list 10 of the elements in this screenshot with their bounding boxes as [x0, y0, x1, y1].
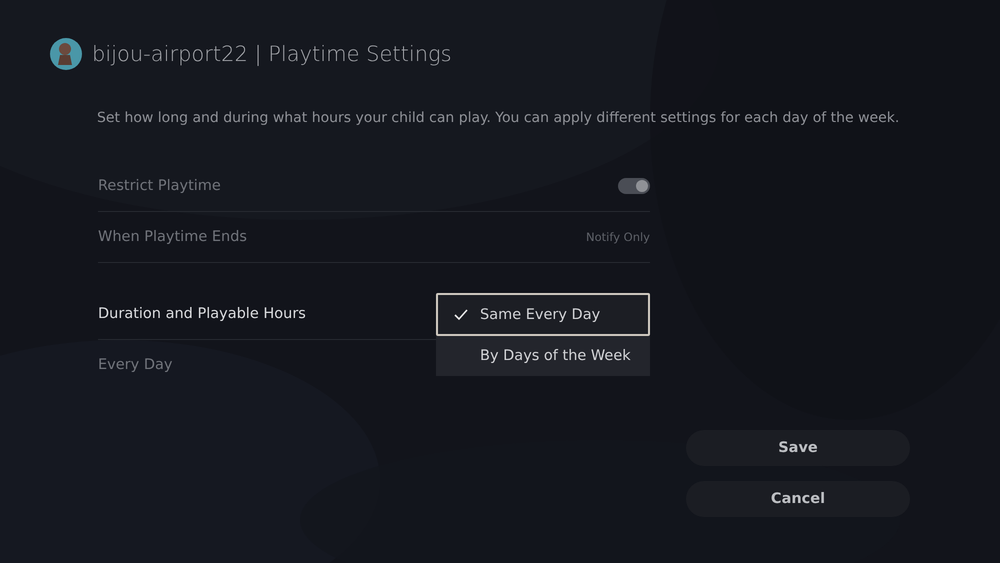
action-button[interactable]: Cancel	[686, 481, 910, 517]
checkmark-icon	[454, 308, 468, 320]
setting-value: Notify Only	[586, 230, 650, 244]
dropdown-option[interactable]: By Days of the Week	[436, 336, 650, 376]
dropdown-option[interactable]: Same Every Day	[436, 293, 650, 336]
page-title: bijou-airport22 | Playtime Settings	[92, 42, 452, 66]
action-button[interactable]: Save	[686, 430, 910, 466]
setting-label[interactable]: Duration and Playable Hours	[98, 306, 306, 322]
avatar-icon	[50, 38, 82, 70]
description-text: Set how long and during what hours your child can play. You can apply different settings for each day of the week.	[97, 110, 900, 126]
